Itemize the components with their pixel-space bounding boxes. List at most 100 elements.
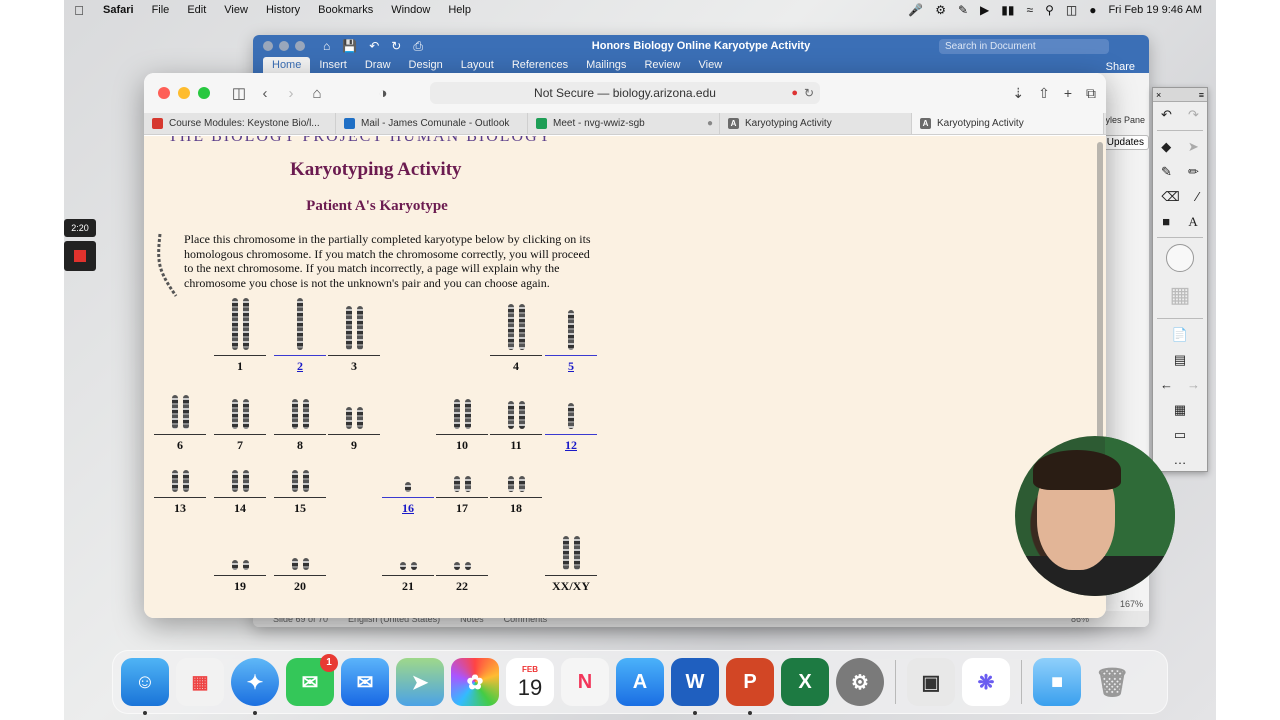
messages-icon[interactable]: ✉ 1: [286, 654, 338, 706]
menu-help[interactable]: Help: [439, 4, 480, 16]
tab-mail[interactable]: Mail - James Comunale - Outlook: [336, 113, 528, 134]
chromosome-pair[interactable]: [545, 536, 597, 570]
chromosome-pair[interactable]: [328, 407, 380, 429]
share-icon[interactable]: ⇧: [1038, 85, 1050, 102]
app-store-icon[interactable]: A: [616, 658, 664, 706]
chromosome[interactable]: [453, 399, 460, 429]
chromosome[interactable]: [518, 476, 525, 492]
chromosome[interactable]: [518, 304, 525, 350]
chromosome[interactable]: [302, 399, 309, 429]
chromosome-pair[interactable]: [274, 558, 326, 570]
search-icon[interactable]: ⚲: [1045, 3, 1054, 17]
minimize-button[interactable]: [178, 87, 190, 99]
powerpoint-icon[interactable]: P: [726, 658, 774, 715]
chromosome[interactable]: [356, 306, 363, 350]
chromosome-pair[interactable]: [382, 482, 434, 492]
menu-history[interactable]: History: [257, 4, 309, 16]
tab-meet[interactable]: Meet - nvg-wwiz-sgb ●: [528, 113, 720, 134]
scrollbar[interactable]: [1097, 142, 1103, 442]
chromosome[interactable]: [464, 562, 471, 570]
redo-icon[interactable]: ↷: [1188, 107, 1199, 123]
chromosome[interactable]: [464, 399, 471, 429]
word-icon[interactable]: W: [671, 658, 719, 715]
word-minimize-button[interactable]: [279, 41, 289, 51]
chromosome[interactable]: [453, 562, 460, 570]
chromosome[interactable]: [182, 470, 189, 492]
chromosome[interactable]: [507, 476, 514, 492]
tab-references[interactable]: References: [503, 57, 577, 73]
chromosome[interactable]: [568, 310, 574, 350]
color-picker-icon[interactable]: [1166, 244, 1194, 272]
chromosome[interactable]: [518, 401, 525, 429]
home-page-icon[interactable]: ⌂: [304, 85, 330, 102]
menu-app-name[interactable]: Safari: [94, 4, 143, 16]
undo-icon[interactable]: ↶: [1161, 107, 1172, 123]
karyotype-slot[interactable]: 12: [545, 367, 597, 457]
arrow-right-icon[interactable]: →: [1187, 377, 1200, 392]
brightness-icon[interactable]: ⚙: [935, 3, 946, 17]
chromosome-pair[interactable]: [274, 298, 326, 350]
wifi-icon[interactable]: ≈: [1026, 3, 1033, 17]
dictation-icon[interactable]: ●: [791, 82, 798, 104]
reload-icon[interactable]: ↻: [804, 82, 814, 104]
chromosome[interactable]: [345, 306, 352, 350]
excel-icon[interactable]: X: [781, 658, 829, 706]
chromosome[interactable]: [399, 562, 406, 570]
chromosome[interactable]: [182, 395, 189, 429]
battery-icon[interactable]: ▮▮: [1001, 3, 1014, 17]
chromosome[interactable]: [345, 407, 352, 429]
finder-icon[interactable]: ☺: [121, 658, 169, 715]
address-bar[interactable]: Not Secure — biology.arizona.edu ● ↻: [430, 82, 820, 104]
chromosome[interactable]: [242, 399, 249, 429]
control-center-icon[interactable]: ◫: [1066, 3, 1077, 17]
chromosome-pair[interactable]: [214, 560, 266, 570]
chromosome-pair[interactable]: [436, 399, 488, 429]
chromosome-pair[interactable]: [214, 399, 266, 429]
chromosome-pair[interactable]: [490, 401, 542, 429]
zoom-button[interactable]: [198, 87, 210, 99]
news-icon[interactable]: N: [561, 658, 609, 706]
karyotype-slot[interactable]: 16: [382, 430, 434, 520]
presentation-icon[interactable]: ▭: [1174, 427, 1186, 443]
chromosome[interactable]: [231, 298, 238, 350]
chromosome-pair[interactable]: [274, 470, 326, 492]
tab-draw[interactable]: Draw: [356, 57, 400, 73]
share-button[interactable]: Share: [1106, 61, 1149, 73]
chromosome[interactable]: [171, 470, 178, 492]
chromosome[interactable]: [453, 476, 460, 492]
tab-design[interactable]: Design: [400, 57, 452, 73]
chromosome[interactable]: [291, 558, 298, 570]
chromosome[interactable]: [231, 560, 238, 570]
chromosome[interactable]: [171, 395, 178, 429]
chromosome[interactable]: [405, 482, 411, 492]
chromosome[interactable]: [464, 476, 471, 492]
chromosome[interactable]: [231, 399, 238, 429]
more-icon[interactable]: …: [1174, 452, 1187, 467]
chromosome-pair[interactable]: [154, 395, 206, 429]
maps-icon[interactable]: ➤: [396, 658, 444, 706]
chromosome[interactable]: [231, 470, 238, 492]
new-tab-icon[interactable]: +: [1064, 85, 1072, 101]
safari-icon[interactable]: ✦: [231, 658, 279, 715]
chromosome-pair[interactable]: [545, 403, 597, 429]
chromosome[interactable]: [302, 470, 309, 492]
arrow-left-icon[interactable]: ←: [1160, 377, 1173, 392]
line-icon[interactable]: ∕: [1196, 189, 1198, 204]
chromosome-pair[interactable]: [436, 476, 488, 492]
redo-icon[interactable]: ↻: [391, 39, 401, 54]
undo-icon[interactable]: ↶: [369, 39, 379, 54]
privacy-shield-icon[interactable]: ◑: [370, 85, 396, 102]
grid-icon[interactable]: ▦: [1170, 282, 1191, 308]
stop-recording-button[interactable]: [64, 241, 96, 271]
menu-window[interactable]: Window: [382, 4, 439, 16]
updates-button[interactable]: Updates: [1101, 135, 1149, 150]
menu-view[interactable]: View: [215, 4, 257, 16]
system-preferences-icon[interactable]: ⚙: [836, 658, 884, 706]
chromosome-pair[interactable]: [154, 470, 206, 492]
print-icon[interactable]: ⎙: [413, 39, 423, 54]
tab-insert[interactable]: Insert: [310, 57, 356, 73]
chromosome-pair[interactable]: [436, 562, 488, 570]
apple-icon[interactable]: : [64, 3, 94, 18]
back-icon[interactable]: ‹: [252, 85, 278, 102]
thumbnails-icon[interactable]: ▦: [1174, 402, 1186, 418]
